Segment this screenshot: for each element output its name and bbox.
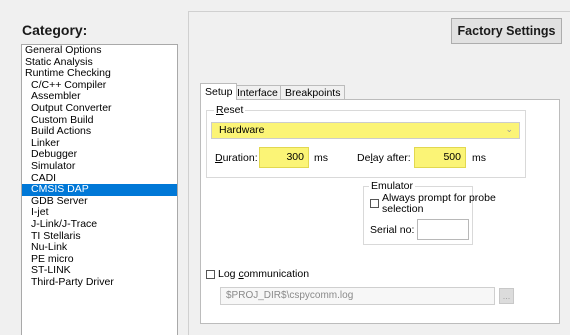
duration-unit: ms	[314, 152, 328, 164]
category-item[interactable]: Nu-Link	[22, 241, 177, 254]
serial-no-label: Serial no:	[370, 224, 415, 236]
category-item[interactable]: Build Actions	[22, 126, 177, 138]
category-list[interactable]: General Options Static Analysis Runtime Ch…	[21, 44, 178, 335]
always-prompt-label: Always prompt for probe selection	[382, 192, 496, 215]
reset-type-value: Hardware	[219, 124, 265, 136]
reset-type-dropdown[interactable]: Hardware ⌄	[211, 122, 520, 139]
category-item[interactable]: Output Converter	[22, 102, 177, 115]
tab-breakpoints[interactable]: Breakpoints	[280, 85, 346, 100]
delay-after-input[interactable]: 500	[414, 147, 466, 168]
category-title: Category:	[22, 22, 88, 38]
factory-settings-button[interactable]: Factory Settings	[451, 18, 562, 44]
tab-interface[interactable]: Interface	[232, 85, 283, 100]
chevron-down-icon: ⌄	[505, 124, 513, 134]
duration-label: Duration:	[215, 152, 258, 164]
category-item[interactable]: Simulator	[22, 160, 177, 173]
always-prompt-checkbox[interactable]	[370, 199, 379, 208]
log-communication-label: Log communication	[218, 268, 310, 280]
emulator-group-label: Emulator	[369, 180, 416, 192]
delay-after-unit: ms	[472, 152, 486, 164]
serial-no-input[interactable]	[417, 219, 469, 240]
category-item[interactable]: General Options	[22, 45, 177, 57]
log-communication-checkbox[interactable]	[206, 270, 215, 279]
reset-group	[206, 110, 526, 178]
log-file-path-input[interactable]: $PROJ_DIR$\cspycomm.log	[220, 287, 495, 305]
category-item[interactable]: J-Link/J-Trace	[22, 218, 177, 231]
tab-setup[interactable]: Setup	[200, 83, 238, 100]
reset-group-label: Reset	[214, 104, 246, 116]
browse-log-file-button[interactable]: ...	[499, 288, 514, 304]
category-item[interactable]: Third-Party Driver	[22, 276, 177, 289]
category-item[interactable]: CMSIS DAP	[22, 184, 177, 196]
delay-after-label: Delay after:	[357, 152, 411, 164]
duration-input[interactable]: 300	[259, 147, 309, 168]
